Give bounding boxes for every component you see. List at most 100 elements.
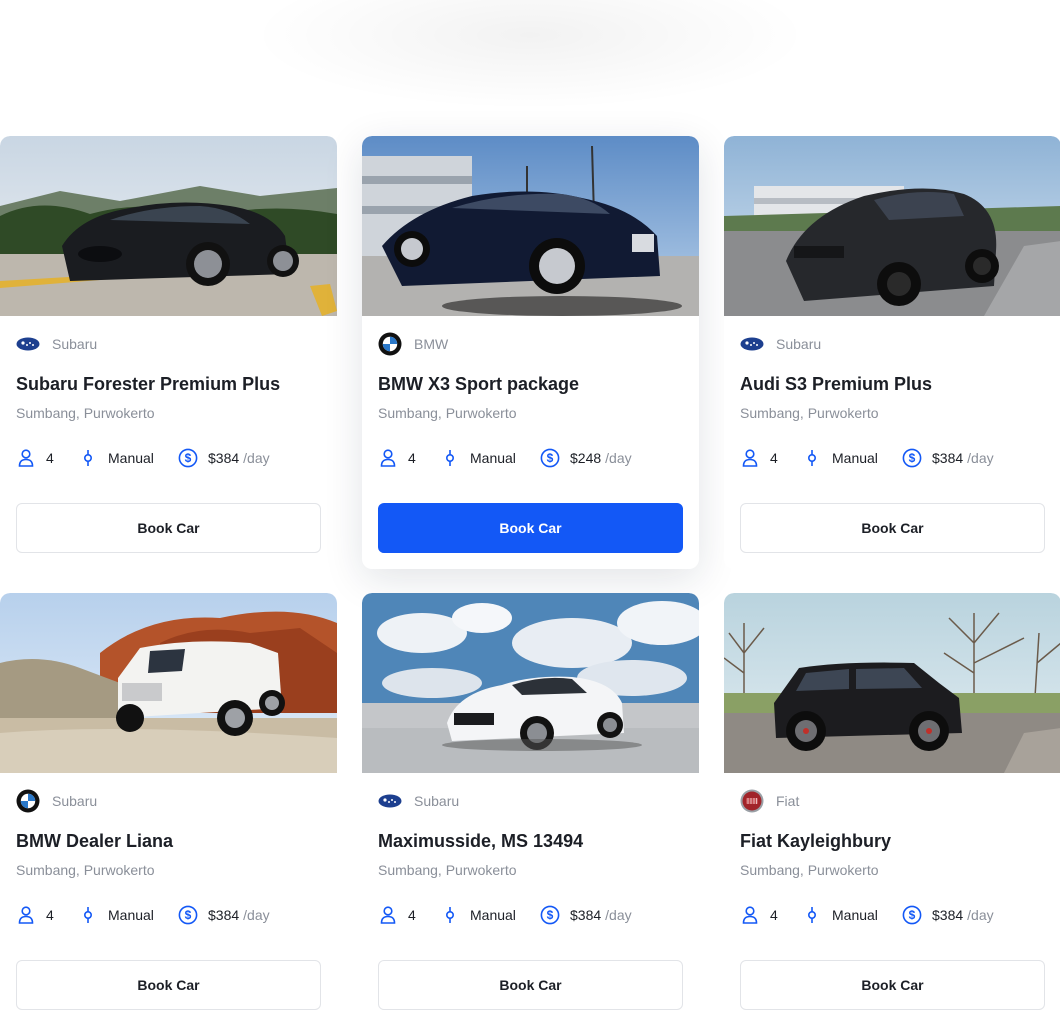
user-icon xyxy=(16,905,36,925)
user-icon xyxy=(378,448,398,468)
price-unit: /day xyxy=(605,450,632,466)
transmission-spec: Manual xyxy=(78,905,178,925)
fiat-logo-icon xyxy=(740,789,764,813)
seats-value: 4 xyxy=(408,450,416,466)
svg-text:$: $ xyxy=(909,451,916,465)
gear-shift-icon xyxy=(78,905,98,925)
price-unit: /day xyxy=(967,907,994,923)
car-title[interactable]: Fiat Kayleighbury xyxy=(740,830,1045,852)
car-title[interactable]: BMW Dealer Liana xyxy=(16,830,321,852)
seats-spec: 4 xyxy=(16,448,78,468)
book-car-button[interactable]: Book Car xyxy=(740,503,1045,553)
gear-shift-icon xyxy=(440,448,460,468)
car-title[interactable]: Maximusside, MS 13494 xyxy=(378,830,683,852)
price-spec: $ $384/day xyxy=(902,905,994,925)
seats-spec: 4 xyxy=(378,905,440,925)
brand-name: Subaru xyxy=(776,336,822,352)
price-value: $384 xyxy=(208,450,240,466)
car-card: Subaru Subaru Forester Premium Plus Sumb… xyxy=(0,136,337,569)
transmission-spec: Manual xyxy=(802,448,902,468)
dollar-icon: $ xyxy=(540,905,560,925)
gear-shift-icon xyxy=(802,448,822,468)
car-title[interactable]: Audi S3 Premium Plus xyxy=(740,373,1045,395)
bmw-logo-icon xyxy=(378,332,402,356)
price-value: $384 xyxy=(932,450,964,466)
book-car-button[interactable]: Book Car xyxy=(16,960,321,1010)
car-location: Sumbang, Purwokerto xyxy=(740,405,879,421)
car-photo[interactable] xyxy=(0,593,337,773)
user-icon xyxy=(16,448,36,468)
svg-text:$: $ xyxy=(547,451,554,465)
car-card: BMW BMW X3 Sport package Sumbang, Purwok… xyxy=(362,136,699,569)
price-unit: /day xyxy=(605,907,632,923)
price-spec: $ $384/day xyxy=(178,448,270,468)
car-location: Sumbang, Purwokerto xyxy=(378,862,517,878)
seats-value: 4 xyxy=(46,450,54,466)
price-spec: $ $248/day xyxy=(540,448,632,468)
dollar-icon: $ xyxy=(178,905,198,925)
price-value: $248 xyxy=(570,450,602,466)
car-location: Sumbang, Purwokerto xyxy=(16,862,155,878)
seats-spec: 4 xyxy=(378,448,440,468)
user-icon xyxy=(740,448,760,468)
car-photo[interactable] xyxy=(0,136,337,316)
user-icon xyxy=(378,905,398,925)
transmission-spec: Manual xyxy=(440,905,540,925)
car-card: Fiat Fiat Kayleighbury Sumbang, Purwoker… xyxy=(724,593,1060,1026)
car-photo[interactable] xyxy=(724,136,1060,316)
brand-name: Subaru xyxy=(52,336,98,352)
seats-value: 4 xyxy=(408,907,416,923)
car-title[interactable]: BMW X3 Sport package xyxy=(378,373,683,395)
car-photo[interactable] xyxy=(724,593,1060,773)
car-photo[interactable] xyxy=(362,136,699,316)
svg-text:$: $ xyxy=(185,451,192,465)
price-spec: $ $384/day xyxy=(540,905,632,925)
price-unit: /day xyxy=(243,907,270,923)
car-title[interactable]: Subaru Forester Premium Plus xyxy=(16,373,321,395)
book-car-button[interactable]: Book Car xyxy=(378,960,683,1010)
subaru-logo-icon xyxy=(16,332,40,356)
dollar-icon: $ xyxy=(902,905,922,925)
price-unit: /day xyxy=(967,450,994,466)
car-card: Subaru BMW Dealer Liana Sumbang, Purwoke… xyxy=(0,593,337,1026)
gear-shift-icon xyxy=(78,448,98,468)
price-spec: $ $384/day xyxy=(902,448,994,468)
seats-spec: 4 xyxy=(740,905,802,925)
header-shadow xyxy=(250,0,810,110)
seats-spec: 4 xyxy=(740,448,802,468)
seats-value: 4 xyxy=(46,907,54,923)
gear-shift-icon xyxy=(440,905,460,925)
transmission-spec: Manual xyxy=(802,905,902,925)
user-icon xyxy=(740,905,760,925)
price-spec: $ $384/day xyxy=(178,905,270,925)
brand-name: Fiat xyxy=(776,793,800,809)
dollar-icon: $ xyxy=(902,448,922,468)
svg-text:$: $ xyxy=(185,908,192,922)
transmission-value: Manual xyxy=(470,450,516,466)
brand-name: Subaru xyxy=(414,793,460,809)
book-car-button[interactable]: Book Car xyxy=(740,960,1045,1010)
book-car-button[interactable]: Book Car xyxy=(378,503,683,553)
seats-value: 4 xyxy=(770,450,778,466)
brand-name: Subaru xyxy=(52,793,98,809)
subaru-logo-icon xyxy=(378,789,402,813)
subaru-logo-icon xyxy=(740,332,764,356)
car-grid: Subaru Subaru Forester Premium Plus Sumb… xyxy=(0,136,1060,1026)
seats-value: 4 xyxy=(770,907,778,923)
car-card: Subaru Maximusside, MS 13494 Sumbang, Pu… xyxy=(362,593,699,1026)
car-photo[interactable] xyxy=(362,593,699,773)
transmission-value: Manual xyxy=(832,907,878,923)
transmission-value: Manual xyxy=(470,907,516,923)
transmission-value: Manual xyxy=(832,450,878,466)
car-location: Sumbang, Purwokerto xyxy=(16,405,155,421)
svg-text:$: $ xyxy=(909,908,916,922)
dollar-icon: $ xyxy=(178,448,198,468)
car-location: Sumbang, Purwokerto xyxy=(378,405,517,421)
book-car-button[interactable]: Book Car xyxy=(16,503,321,553)
bmw-logo-icon xyxy=(16,789,40,813)
transmission-value: Manual xyxy=(108,907,154,923)
brand-name: BMW xyxy=(414,336,449,352)
price-value: $384 xyxy=(570,907,602,923)
car-location: Sumbang, Purwokerto xyxy=(740,862,879,878)
transmission-value: Manual xyxy=(108,450,154,466)
